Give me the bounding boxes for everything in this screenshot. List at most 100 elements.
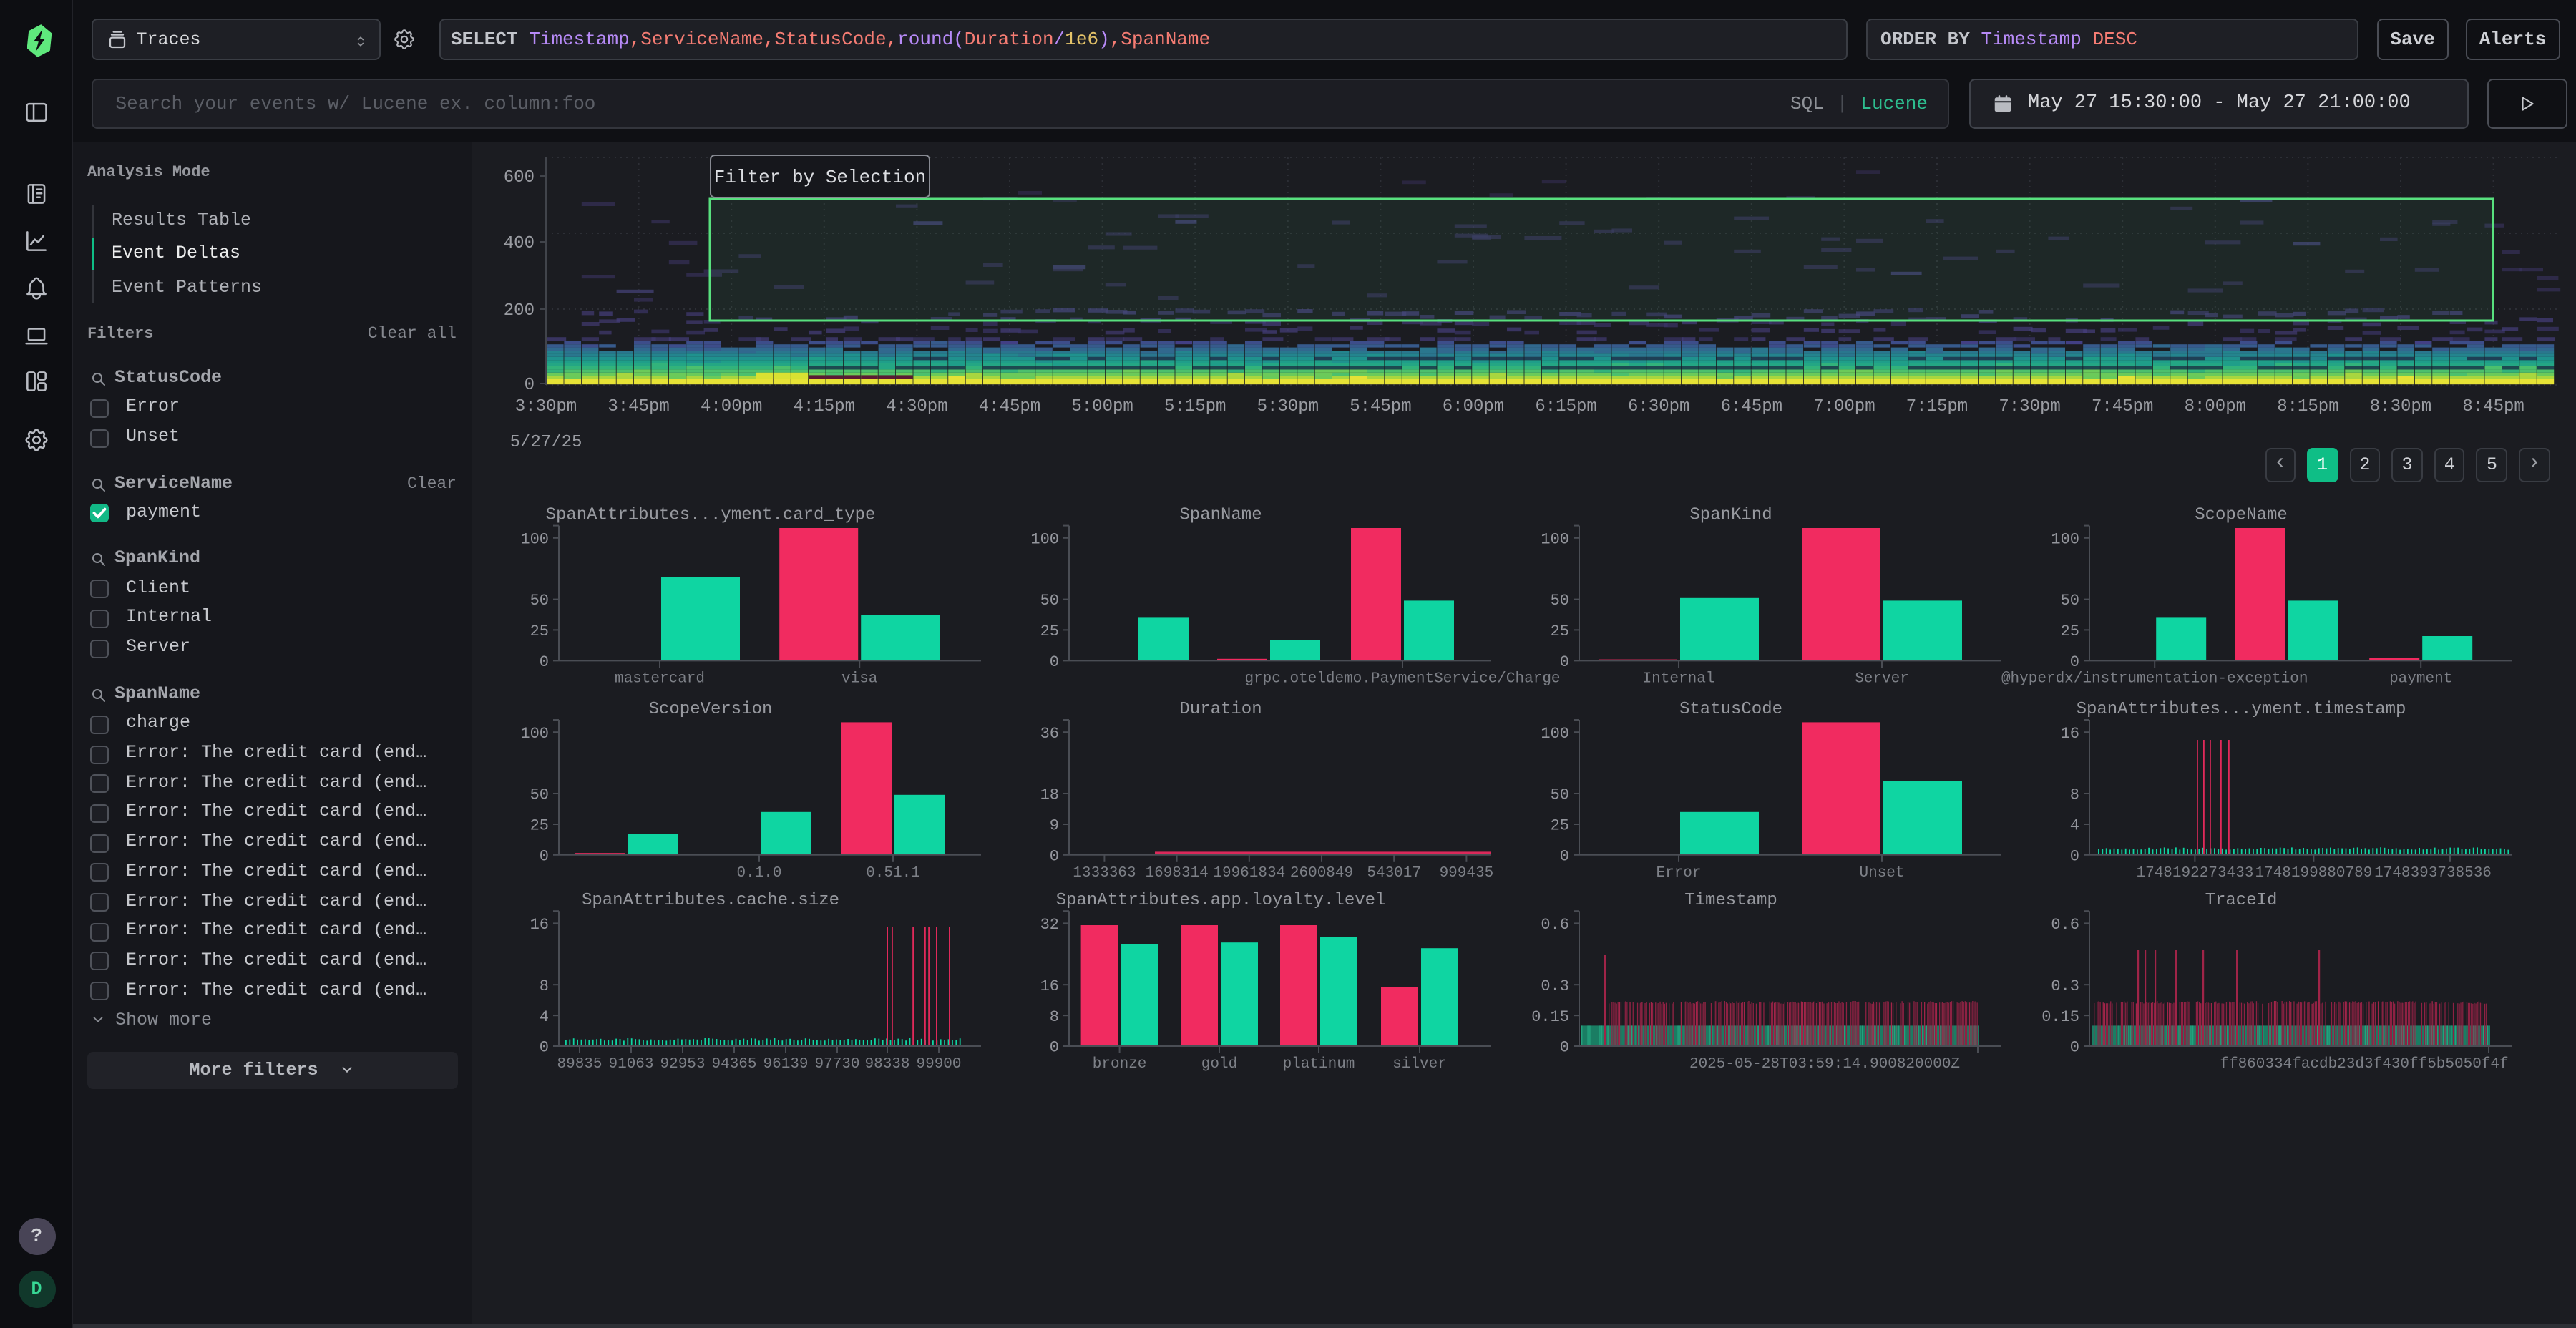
svg-text:@hyperdx/instrumentation-excep: @hyperdx/instrumentation-exception [2001, 670, 2308, 687]
svg-text:400: 400 [504, 234, 535, 253]
svg-text:25: 25 [530, 622, 549, 640]
svg-text:999435: 999435 [1440, 865, 1494, 882]
svg-text:543017: 543017 [1367, 865, 1421, 882]
svg-text:100: 100 [1541, 725, 1569, 743]
svg-text:6:30pm: 6:30pm [1628, 397, 1689, 416]
svg-text:SpanName: SpanName [1179, 506, 1262, 525]
svg-text:ScopeName: ScopeName [2195, 506, 2288, 525]
svg-text:TraceId: TraceId [2205, 891, 2278, 910]
svg-text:25: 25 [2061, 622, 2079, 640]
svg-text:0: 0 [1050, 1039, 1059, 1057]
svg-text:0: 0 [540, 1039, 549, 1057]
svg-text:ScopeVersion: ScopeVersion [649, 700, 773, 719]
svg-text:96139: 96139 [763, 1056, 808, 1073]
svg-text:payment: payment [2389, 670, 2452, 687]
svg-text:6:45pm: 6:45pm [1721, 397, 1782, 416]
svg-text:visa: visa [841, 670, 877, 687]
svg-text:8: 8 [2070, 786, 2079, 804]
svg-text:25: 25 [1551, 817, 1569, 835]
svg-text:StatusCode: StatusCode [1679, 700, 1782, 719]
svg-text:50: 50 [530, 592, 549, 610]
svg-text:0.3: 0.3 [2051, 977, 2079, 995]
svg-text:4: 4 [540, 1008, 549, 1026]
svg-text:4:15pm: 4:15pm [794, 397, 855, 416]
svg-text:0: 0 [1560, 1039, 1569, 1057]
svg-text:4:30pm: 4:30pm [886, 397, 947, 416]
svg-text:3:30pm: 3:30pm [515, 397, 577, 416]
svg-text:8:30pm: 8:30pm [2370, 397, 2431, 416]
svg-text:8: 8 [540, 977, 549, 995]
svg-text:0.15: 0.15 [1531, 1008, 1569, 1026]
svg-text:100: 100 [520, 530, 549, 548]
svg-text:89835: 89835 [557, 1056, 602, 1073]
svg-text:25: 25 [1040, 622, 1059, 640]
svg-text:SpanKind: SpanKind [1689, 506, 1772, 525]
svg-text:0.1.0: 0.1.0 [736, 865, 781, 882]
svg-text:0: 0 [525, 376, 535, 395]
svg-text:50: 50 [1551, 592, 1569, 610]
svg-text:0.6: 0.6 [1541, 916, 1569, 934]
svg-text:grpc.oteldemo.PaymentService/C: grpc.oteldemo.PaymentService/Charge [1244, 670, 1560, 687]
svg-text:Timestamp: Timestamp [1684, 891, 1777, 910]
svg-text:ff860334facdb23d3f430ff5b5050f: ff860334facdb23d3f430ff5b5050f4f [2220, 1056, 2508, 1073]
svg-text:0.15: 0.15 [2041, 1008, 2079, 1026]
svg-text:16: 16 [530, 916, 549, 934]
svg-text:Internal: Internal [1643, 670, 1715, 687]
svg-text:19961834: 19961834 [1213, 865, 1285, 882]
svg-text:0: 0 [1560, 653, 1569, 671]
svg-text:25: 25 [1551, 622, 1569, 640]
svg-text:Duration: Duration [1179, 700, 1262, 719]
svg-text:50: 50 [2061, 592, 2079, 610]
svg-text:16: 16 [1040, 977, 1059, 995]
svg-text:18: 18 [1040, 786, 1059, 804]
svg-text:600: 600 [504, 168, 535, 187]
svg-text:SpanAttributes...yment.card_ty: SpanAttributes...yment.card_type [546, 506, 876, 525]
svg-text:SpanAttributes.cache.size: SpanAttributes.cache.size [582, 891, 839, 910]
svg-text:3:45pm: 3:45pm [608, 397, 669, 416]
svg-text:7:30pm: 7:30pm [1999, 397, 2060, 416]
svg-text:91063: 91063 [608, 1056, 653, 1073]
svg-text:7:00pm: 7:00pm [1813, 397, 1875, 416]
svg-text:0.6: 0.6 [2051, 916, 2079, 934]
svg-text:8:00pm: 8:00pm [2185, 397, 2246, 416]
svg-text:0: 0 [2070, 1039, 2079, 1057]
svg-text:5:15pm: 5:15pm [1164, 397, 1226, 416]
svg-text:5:30pm: 5:30pm [1257, 397, 1319, 416]
svg-text:5:45pm: 5:45pm [1350, 397, 1411, 416]
svg-text:6:00pm: 6:00pm [1443, 397, 1504, 416]
svg-text:50: 50 [1551, 786, 1569, 804]
svg-text:SpanAttributes...yment.timesta: SpanAttributes...yment.timestamp [2077, 700, 2406, 719]
svg-text:SpanAttributes.app.loyalty.lev: SpanAttributes.app.loyalty.level [1056, 891, 1386, 910]
svg-text:8:15pm: 8:15pm [2277, 397, 2338, 416]
svg-text:0.3: 0.3 [1541, 977, 1569, 995]
svg-text:1748393738536: 1748393738536 [2374, 865, 2492, 882]
svg-text:6:15pm: 6:15pm [1535, 397, 1596, 416]
svg-text:1748199880789: 1748199880789 [2255, 865, 2372, 882]
svg-text:Error: Error [1656, 865, 1701, 882]
svg-text:92953: 92953 [660, 1056, 705, 1073]
svg-text:silver: silver [1392, 1056, 1447, 1073]
svg-text:100: 100 [520, 725, 549, 743]
svg-text:7:15pm: 7:15pm [1906, 397, 1968, 416]
svg-text:50: 50 [530, 786, 549, 804]
svg-text:5/27/25: 5/27/25 [510, 433, 582, 452]
svg-text:bronze: bronze [1093, 1056, 1147, 1073]
svg-text:4:00pm: 4:00pm [701, 397, 762, 416]
svg-text:9: 9 [1050, 817, 1059, 835]
svg-text:4:45pm: 4:45pm [979, 397, 1040, 416]
svg-text:1333363: 1333363 [1073, 865, 1136, 882]
svg-text:200: 200 [504, 301, 535, 321]
svg-text:7:45pm: 7:45pm [2092, 397, 2153, 416]
svg-text:0: 0 [1050, 847, 1059, 865]
svg-text:mastercard: mastercard [615, 670, 705, 687]
svg-text:94365: 94365 [711, 1056, 756, 1073]
svg-text:16: 16 [2061, 725, 2079, 743]
svg-text:Filter by Selection: Filter by Selection [714, 167, 926, 188]
svg-text:1748192273433: 1748192273433 [2136, 865, 2253, 882]
svg-text:100: 100 [1541, 530, 1569, 548]
svg-text:0: 0 [1050, 653, 1059, 671]
svg-text:1698314: 1698314 [1145, 865, 1208, 882]
svg-text:platinum: platinum [1283, 1056, 1355, 1073]
svg-text:36: 36 [1040, 725, 1059, 743]
svg-text:25: 25 [530, 817, 549, 835]
